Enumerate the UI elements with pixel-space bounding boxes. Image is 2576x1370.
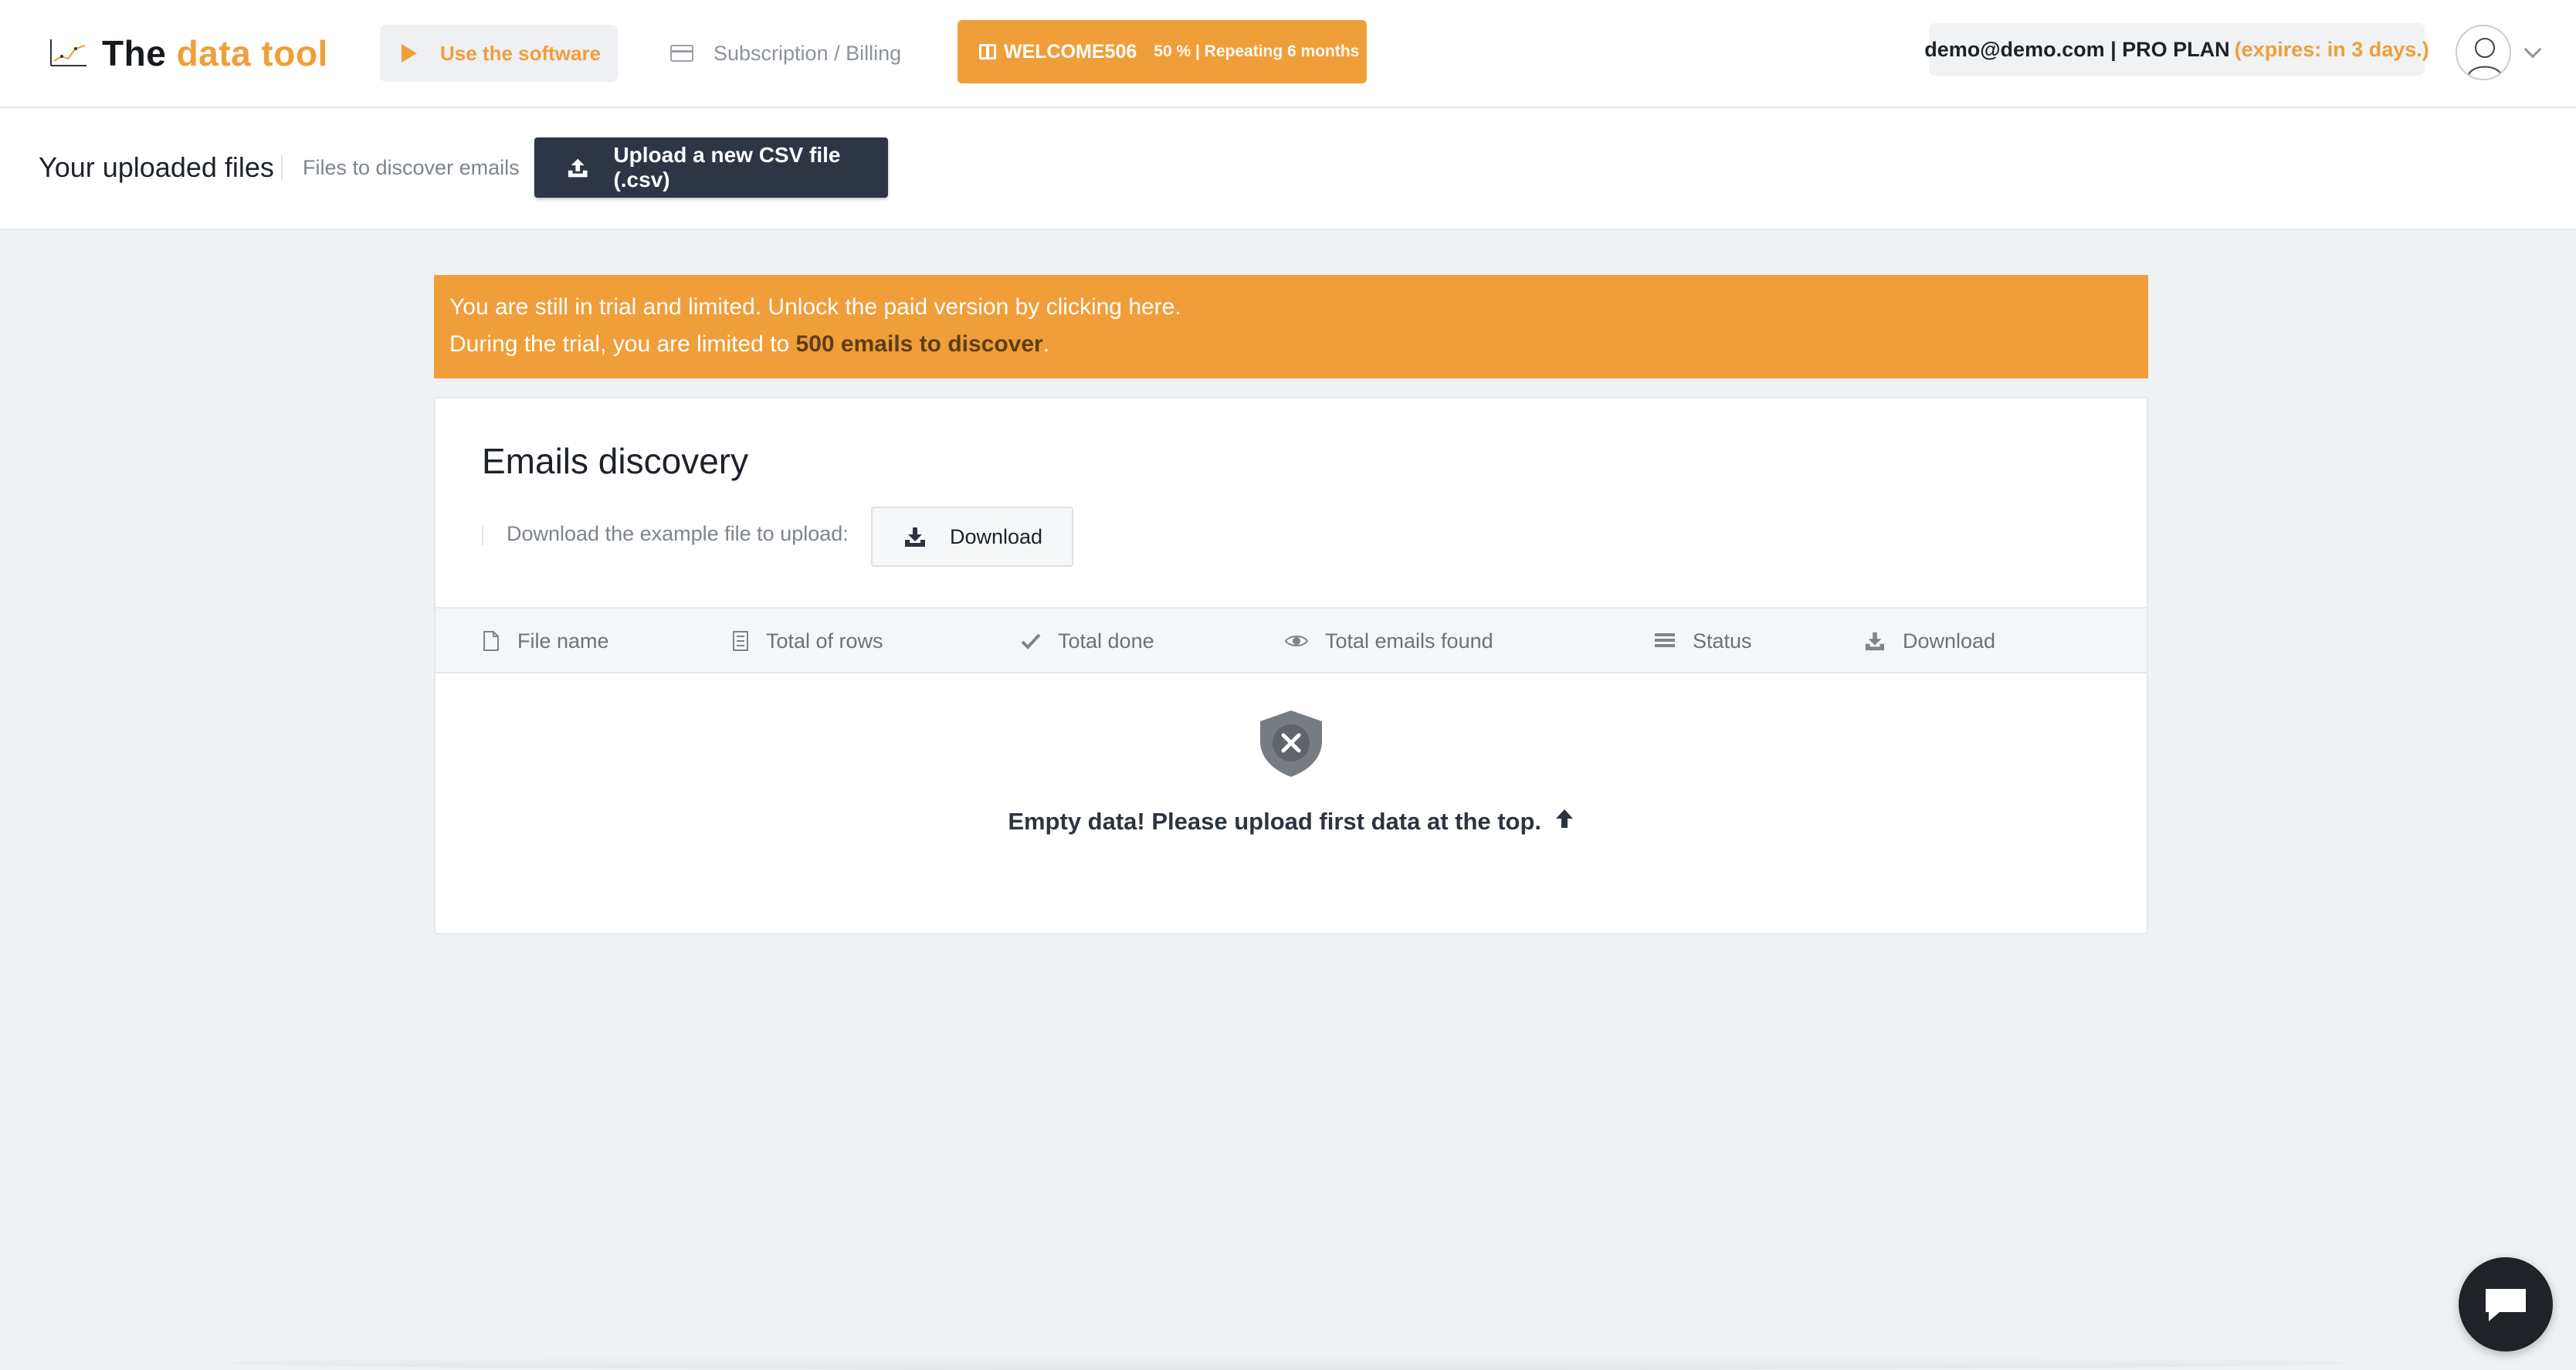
logo-word-data-tool: data tool	[176, 33, 328, 73]
trial-alert-suffix: .	[1042, 331, 1050, 357]
list-icon	[1655, 633, 1675, 647]
chat-widget-button[interactable]	[2459, 1257, 2553, 1351]
example-label-divider	[482, 525, 483, 545]
nav-billing-label: Subscription / Billing	[713, 41, 902, 65]
bottom-shadow	[232, 1356, 2347, 1370]
account-plan: PRO PLAN	[2122, 37, 2230, 61]
credit-card-icon	[670, 45, 693, 62]
nav-use-software-label: Use the software	[440, 41, 602, 65]
download-example-button[interactable]: Download	[871, 507, 1073, 567]
chart-icon	[50, 39, 86, 66]
file-icon	[483, 631, 499, 651]
gift-icon	[979, 44, 996, 59]
column-file-name-label: File name	[517, 629, 609, 653]
account-info[interactable]: demo@demo.com | PRO PLAN (expires: in 3 …	[1924, 23, 2429, 76]
example-file-label: Download the example file to upload:	[507, 522, 849, 545]
empty-state-message: Empty data! Please upload first data at …	[436, 808, 2147, 836]
rows-icon	[733, 631, 748, 651]
logo-text: The data tool	[102, 32, 328, 74]
logo-word-the: The	[102, 33, 167, 73]
account-email: demo@demo.com	[1924, 37, 2105, 61]
trial-alert-line2: During the trial, you are limited to 500…	[449, 326, 2133, 363]
trial-alert-limit: 500 emails to discover	[795, 331, 1043, 357]
column-total-done[interactable]: Total done	[1021, 609, 1154, 673]
download-icon	[1865, 632, 1885, 651]
column-total-rows[interactable]: Total of rows	[732, 609, 883, 673]
page-description: Files to discover emails	[303, 156, 520, 179]
page-subheader: Your uploaded files Files to discover em…	[0, 108, 2576, 230]
column-download-label: Download	[1903, 629, 1996, 653]
top-navbar: The data tool Use the software Subscript…	[0, 0, 2576, 108]
download-example-label: Download	[950, 524, 1043, 548]
page-title: Your uploaded files	[39, 151, 274, 183]
upload-csv-label: Upload a new CSV file (.csv)	[613, 143, 841, 192]
emails-discovery-panel: Emails discovery Download the example fi…	[434, 397, 2148, 934]
arrow-up-icon	[1555, 809, 1573, 828]
shield-x-icon	[1260, 710, 1322, 777]
upload-icon	[568, 158, 588, 178]
chevron-down-icon[interactable]	[2523, 40, 2542, 59]
column-file-name[interactable]: File name	[482, 609, 609, 673]
user-avatar[interactable]	[2456, 25, 2511, 80]
promo-detail: 50 % | Repeating 6 months	[1154, 42, 1360, 60]
empty-state-text: Empty data! Please upload first data at …	[1008, 808, 1542, 835]
promo-code-badge[interactable]: WELCOME506 50 % | Repeating 6 months	[958, 20, 1367, 83]
column-download[interactable]: Download	[1864, 609, 1995, 673]
promo-code: WELCOME506	[1004, 40, 1137, 63]
chat-icon	[2486, 1289, 2526, 1321]
column-total-emails-found-label: Total emails found	[1325, 629, 1493, 653]
download-icon	[905, 527, 925, 547]
trial-alert[interactable]: You are still in trial and limited. Unlo…	[434, 275, 2148, 378]
nav-use-software[interactable]: Use the software	[380, 25, 618, 82]
table-header: File name Total of rows Total done Total…	[436, 607, 2147, 673]
trial-alert-prefix: During the trial, you are limited to	[449, 331, 796, 357]
subheader-divider	[281, 154, 283, 181]
empty-state: Empty data! Please upload first data at …	[436, 707, 2147, 836]
nav-subscription-billing[interactable]: Subscription / Billing	[670, 25, 901, 82]
avatar-icon	[2467, 38, 2503, 78]
panel-title: Emails discovery	[482, 441, 749, 481]
column-status[interactable]: Status	[1654, 609, 1752, 673]
eye-icon	[1285, 636, 1308, 646]
column-status-label: Status	[1693, 629, 1752, 653]
account-expiry: (expires: in 3 days.)	[2234, 37, 2429, 61]
upload-csv-button[interactable]: Upload a new CSV file (.csv)	[534, 137, 888, 198]
column-total-done-label: Total done	[1058, 629, 1154, 653]
trial-alert-line1[interactable]: You are still in trial and limited. Unlo…	[449, 289, 2133, 326]
account-separator: |	[2104, 37, 2123, 61]
play-icon	[402, 44, 417, 63]
column-total-rows-label: Total of rows	[766, 629, 883, 653]
column-total-emails-found[interactable]: Total emails found	[1285, 609, 1493, 673]
app-logo[interactable]: The data tool	[49, 28, 328, 79]
check-icon	[1021, 633, 1041, 649]
